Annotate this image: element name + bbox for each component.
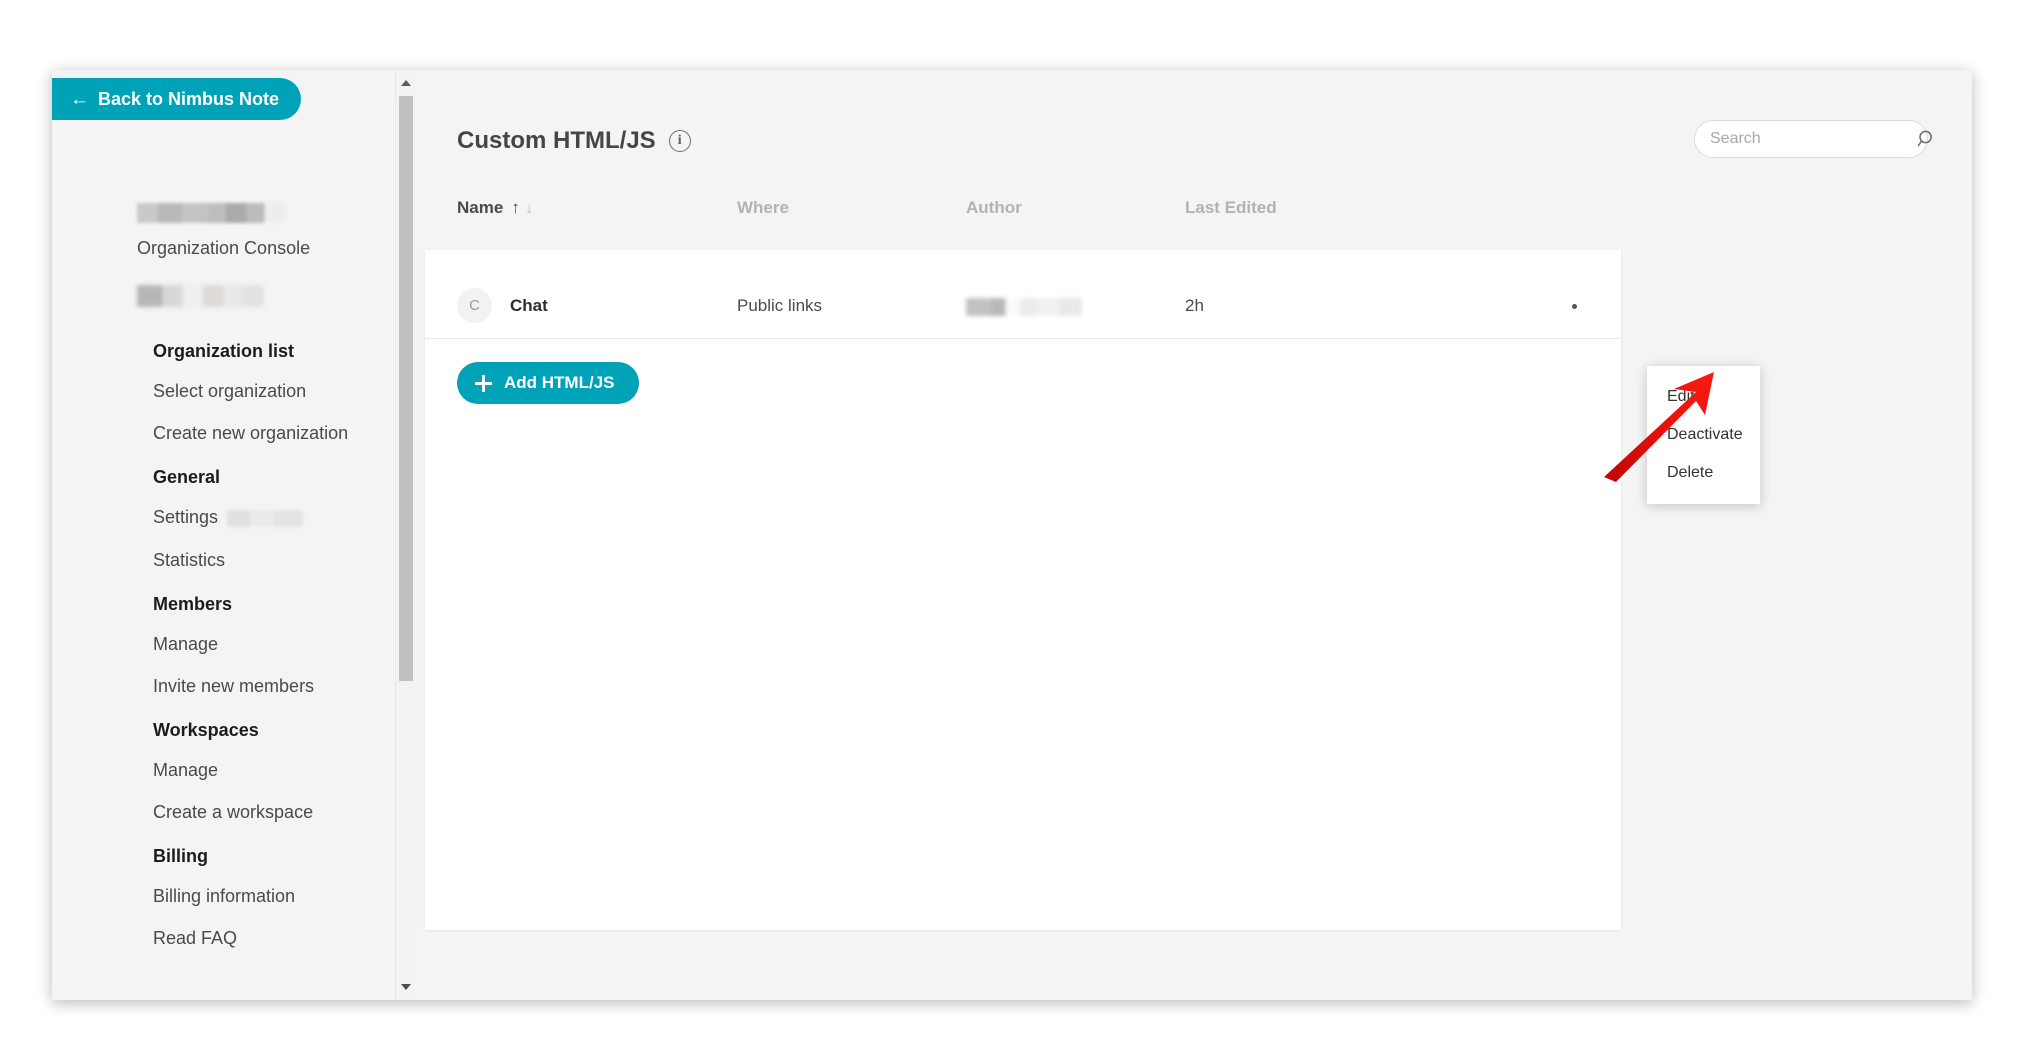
sidebar-item-label: Create a workspace	[153, 801, 314, 822]
nav-group-billing: Billing Billing information Read FAQ	[52, 847, 415, 947]
sidebar-item-workspaces-manage[interactable]: Manage	[52, 761, 415, 779]
sidebar-item-label: Statistics	[153, 549, 226, 570]
nav-group-workspaces: Workspaces Manage Create a workspace	[52, 721, 415, 821]
sort-descending-icon[interactable]: ↓	[525, 198, 534, 218]
column-header-author[interactable]: Author	[966, 198, 1022, 218]
sidebar-item-statistics[interactable]: Statistics	[52, 551, 415, 569]
add-button-label: Add HTML/JS	[504, 373, 615, 392]
nav-heading-billing: Billing	[153, 845, 208, 866]
column-header-last-edited[interactable]: Last Edited	[1185, 198, 1277, 218]
sidebar-navigation: Organization list Select organization Cr…	[52, 342, 415, 973]
table-header-row: Name ↑ ↓ Where Author Last Edited	[415, 198, 1972, 250]
sidebar-item-label: Create new organization	[153, 423, 349, 443]
cell-where: Public links	[737, 296, 823, 315]
nav-heading-members: Members	[153, 593, 233, 614]
sidebar-item-read-faq[interactable]: Read FAQ	[52, 929, 415, 947]
scroll-up-arrow-icon[interactable]	[396, 73, 416, 93]
context-menu-item-deactivate[interactable]: Deactivate	[1647, 416, 1760, 454]
context-menu-item-delete[interactable]: Delete	[1647, 454, 1760, 492]
search-input[interactable]	[1710, 130, 1917, 148]
cell-author-redacted	[966, 298, 1082, 316]
sidebar-item-settings[interactable]: Settings	[52, 508, 415, 527]
column-header-where[interactable]: Where	[737, 198, 789, 218]
nav-heading-workspaces: Workspaces	[153, 719, 259, 740]
nav-group-general: General Settings Statistics	[52, 468, 415, 569]
sidebar-item-invite-new-members[interactable]: Invite new members	[52, 677, 415, 695]
settings-value-redacted	[227, 509, 304, 527]
nav-heading-general: General	[153, 467, 221, 487]
arrow-left-icon: ←	[70, 88, 89, 110]
page-title: Custom HTML/JS	[457, 127, 656, 154]
nav-heading-organization-list: Organization list	[153, 341, 295, 361]
column-header-label: Name	[457, 198, 504, 217]
organization-name-redacted	[137, 203, 285, 223]
scroll-down-arrow-icon[interactable]	[396, 977, 416, 997]
sidebar-item-label: Select organization	[153, 381, 307, 401]
context-menu-item-edit[interactable]: Edit	[1647, 378, 1760, 416]
back-to-nimbus-note-button[interactable]: ← Back to Nimbus Note	[52, 78, 302, 120]
sort-ascending-icon[interactable]: ↑	[511, 198, 520, 218]
sort-controls: ↑ ↓	[511, 198, 533, 218]
sidebar-item-label: Read FAQ	[153, 927, 238, 948]
info-icon[interactable]: i	[668, 130, 691, 152]
scrollbar-thumb[interactable]	[399, 96, 413, 681]
sidebar: ← Back to Nimbus Note Organization Conso…	[52, 70, 415, 1000]
context-menu: Edit Deactivate Delete	[1647, 366, 1760, 504]
organization-console-label: Organization Console	[137, 238, 311, 258]
search-box[interactable]	[1694, 120, 1932, 158]
avatar: C	[457, 288, 492, 323]
search-icon[interactable]	[1917, 129, 1937, 149]
sidebar-item-label: Settings	[153, 507, 219, 527]
sidebar-item-billing-information[interactable]: Billing information	[52, 887, 415, 905]
sidebar-scrollbar[interactable]	[395, 70, 415, 1000]
sidebar-item-label: Invite new members	[153, 675, 315, 696]
plus-icon	[475, 374, 492, 392]
cell-last-edited: 2h	[1185, 296, 1204, 315]
sidebar-item-members-manage[interactable]: Manage	[52, 635, 415, 653]
back-button-label: Back to Nimbus Note	[98, 88, 280, 109]
sidebar-item-create-new-organization[interactable]: Create new organization	[52, 424, 415, 442]
organization-selector-redacted[interactable]	[137, 285, 264, 307]
table-row[interactable]: C Chat Public links 2h	[425, 273, 1621, 339]
sidebar-item-select-organization[interactable]: Select organization	[52, 382, 415, 400]
more-options-icon[interactable]	[1565, 297, 1583, 315]
sidebar-item-label: Manage	[153, 759, 219, 780]
column-header-name[interactable]: Name ↑ ↓	[457, 198, 533, 218]
cell-name: Chat	[510, 296, 548, 315]
nav-group-organization-list: Organization list Select organization Cr…	[52, 342, 415, 442]
page-header: Custom HTML/JS i	[457, 127, 691, 155]
sidebar-item-label: Manage	[153, 633, 219, 654]
organization-console-window: ← Back to Nimbus Note Organization Conso…	[52, 70, 1972, 1000]
sidebar-item-create-a-workspace[interactable]: Create a workspace	[52, 803, 415, 821]
content-card: C Chat Public links 2h Add HTML/JS	[425, 250, 1621, 930]
sidebar-item-label: Billing information	[153, 885, 296, 906]
add-html-js-button[interactable]: Add HTML/JS	[457, 362, 639, 404]
main-content: Custom HTML/JS i Name ↑ ↓ Where Author L…	[415, 70, 1972, 1000]
nav-group-members: Members Manage Invite new members	[52, 595, 415, 695]
